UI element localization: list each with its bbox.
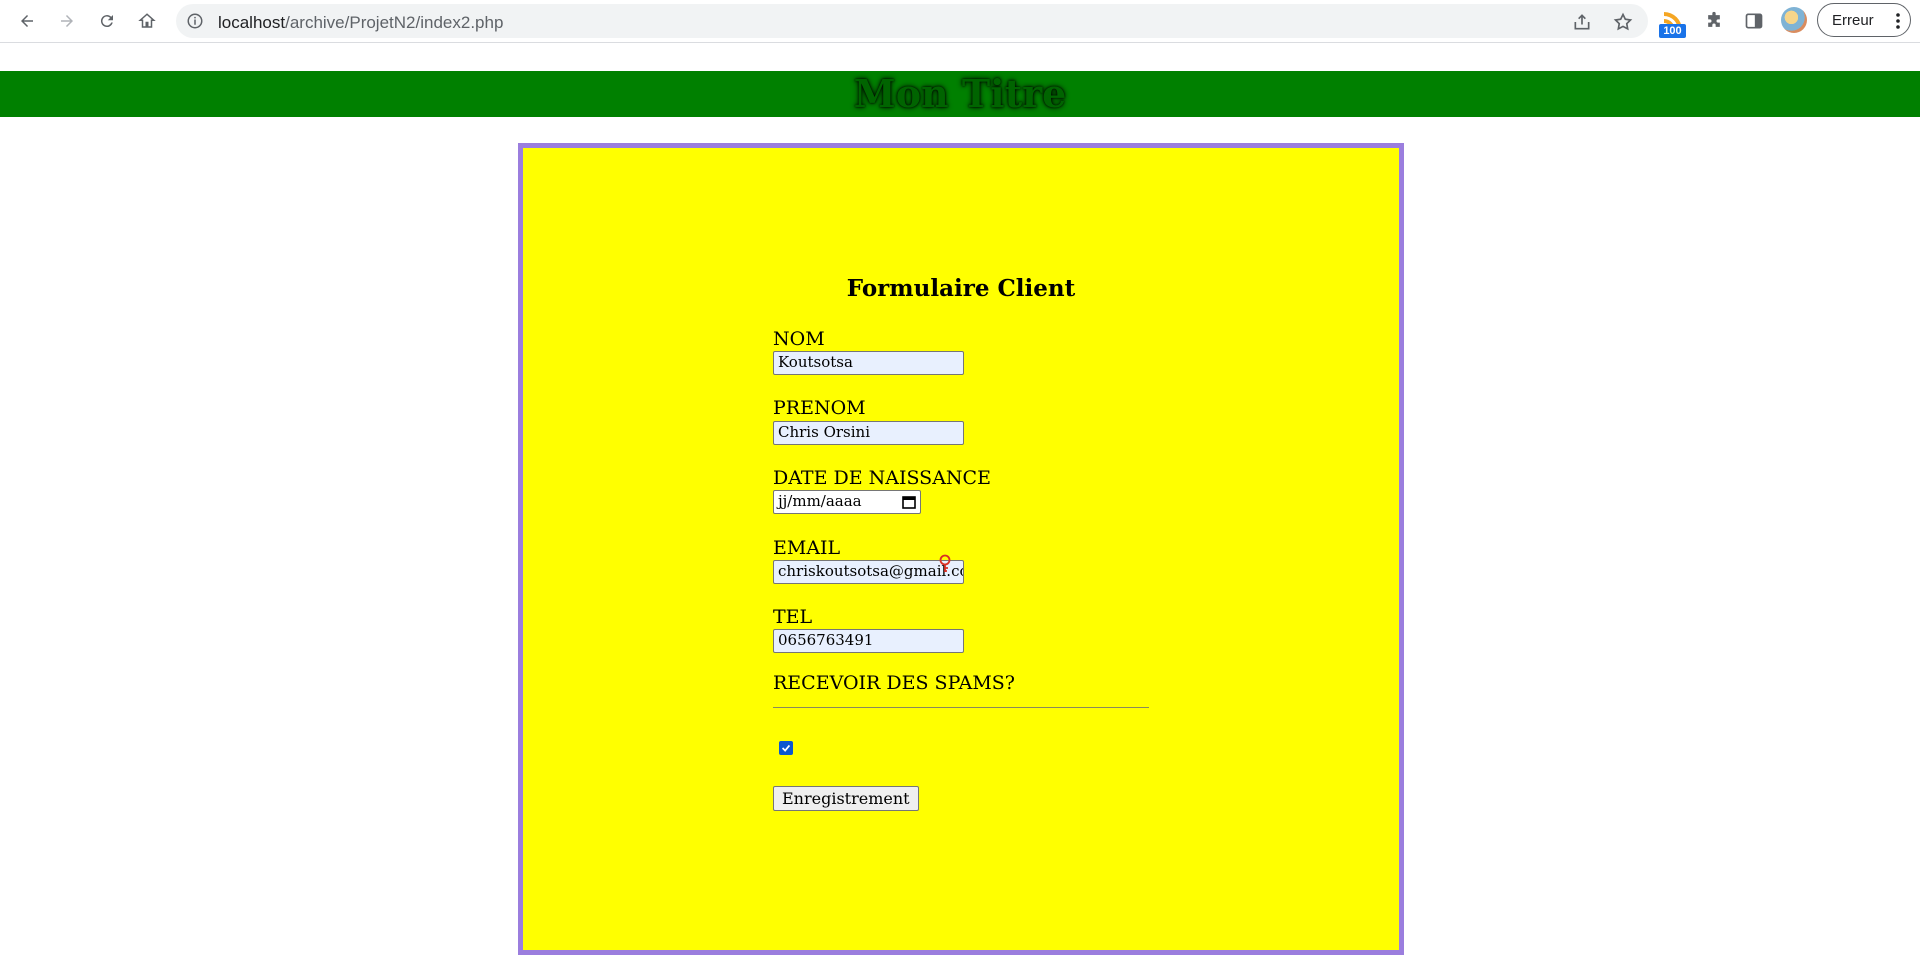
date-label: DATE DE NAISSANCE (773, 467, 991, 489)
address-bar[interactable]: localhost/archive/ProjetN2/index2.php (176, 4, 1648, 38)
reload-icon (100, 15, 113, 28)
url-path: /archive/ProjetN2/index2.php (285, 13, 504, 32)
back-button[interactable] (12, 6, 42, 36)
more-vert-icon (1896, 13, 1900, 29)
birthdate-placeholder: jj/mm/aaaa (778, 492, 862, 510)
side-panel-button[interactable] (1741, 8, 1767, 34)
bookmark-star-icon[interactable] (1613, 12, 1633, 32)
tel-input[interactable]: 0656763491 (773, 629, 964, 653)
share-icon[interactable] (1572, 12, 1592, 32)
site-header: Mon Titre (0, 71, 1920, 117)
email-label: EMAIL (773, 537, 841, 559)
reload-button[interactable] (92, 6, 122, 36)
client-form-panel: Formulaire Client NOM Koutsotsa PRENOM C… (518, 143, 1404, 955)
profile-error-label: Erreur (1832, 11, 1874, 29)
url-text[interactable]: localhost/archive/ProjetN2/index2.php (218, 13, 503, 33)
prenom-input[interactable]: Chris Orsini (773, 421, 964, 445)
page-title: Mon Titre (853, 71, 1067, 116)
arrow-right-icon (61, 15, 73, 27)
info-icon[interactable] (186, 12, 204, 30)
profile-error-button[interactable]: Erreur (1817, 3, 1911, 37)
birthdate-input[interactable]: jj/mm/aaaa (773, 490, 921, 514)
submit-button[interactable]: Enregistrement (773, 786, 919, 811)
rss-badge: 100 (1659, 24, 1686, 38)
prenom-label: PRENOM (773, 397, 866, 419)
extensions-button[interactable] (1701, 8, 1727, 34)
form-title: Formulaire Client (846, 275, 1076, 302)
email-input[interactable]: chriskoutsotsa@gmail.com (773, 560, 964, 584)
key-icon[interactable] (938, 554, 952, 574)
check-icon (781, 744, 791, 752)
forward-button[interactable] (52, 6, 82, 36)
calendar-icon[interactable] (902, 495, 916, 509)
home-button[interactable] (132, 6, 162, 36)
profile-avatar[interactable] (1781, 7, 1807, 33)
tel-label: TEL (773, 606, 813, 628)
puzzle-icon (1708, 11, 1720, 27)
nom-input[interactable]: Koutsotsa (773, 351, 964, 375)
spam-checkbox[interactable] (779, 741, 793, 755)
home-icon (138, 13, 156, 28)
divider (773, 707, 1149, 708)
spam-label: RECEVOIR DES SPAMS? (773, 672, 1015, 694)
url-host: localhost (218, 13, 286, 32)
side-panel-icon (1745, 13, 1763, 29)
nom-label: NOM (773, 328, 825, 350)
browser-toolbar: localhost/archive/ProjetN2/index2.php 10… (0, 0, 1920, 43)
arrow-left-icon (21, 15, 33, 27)
